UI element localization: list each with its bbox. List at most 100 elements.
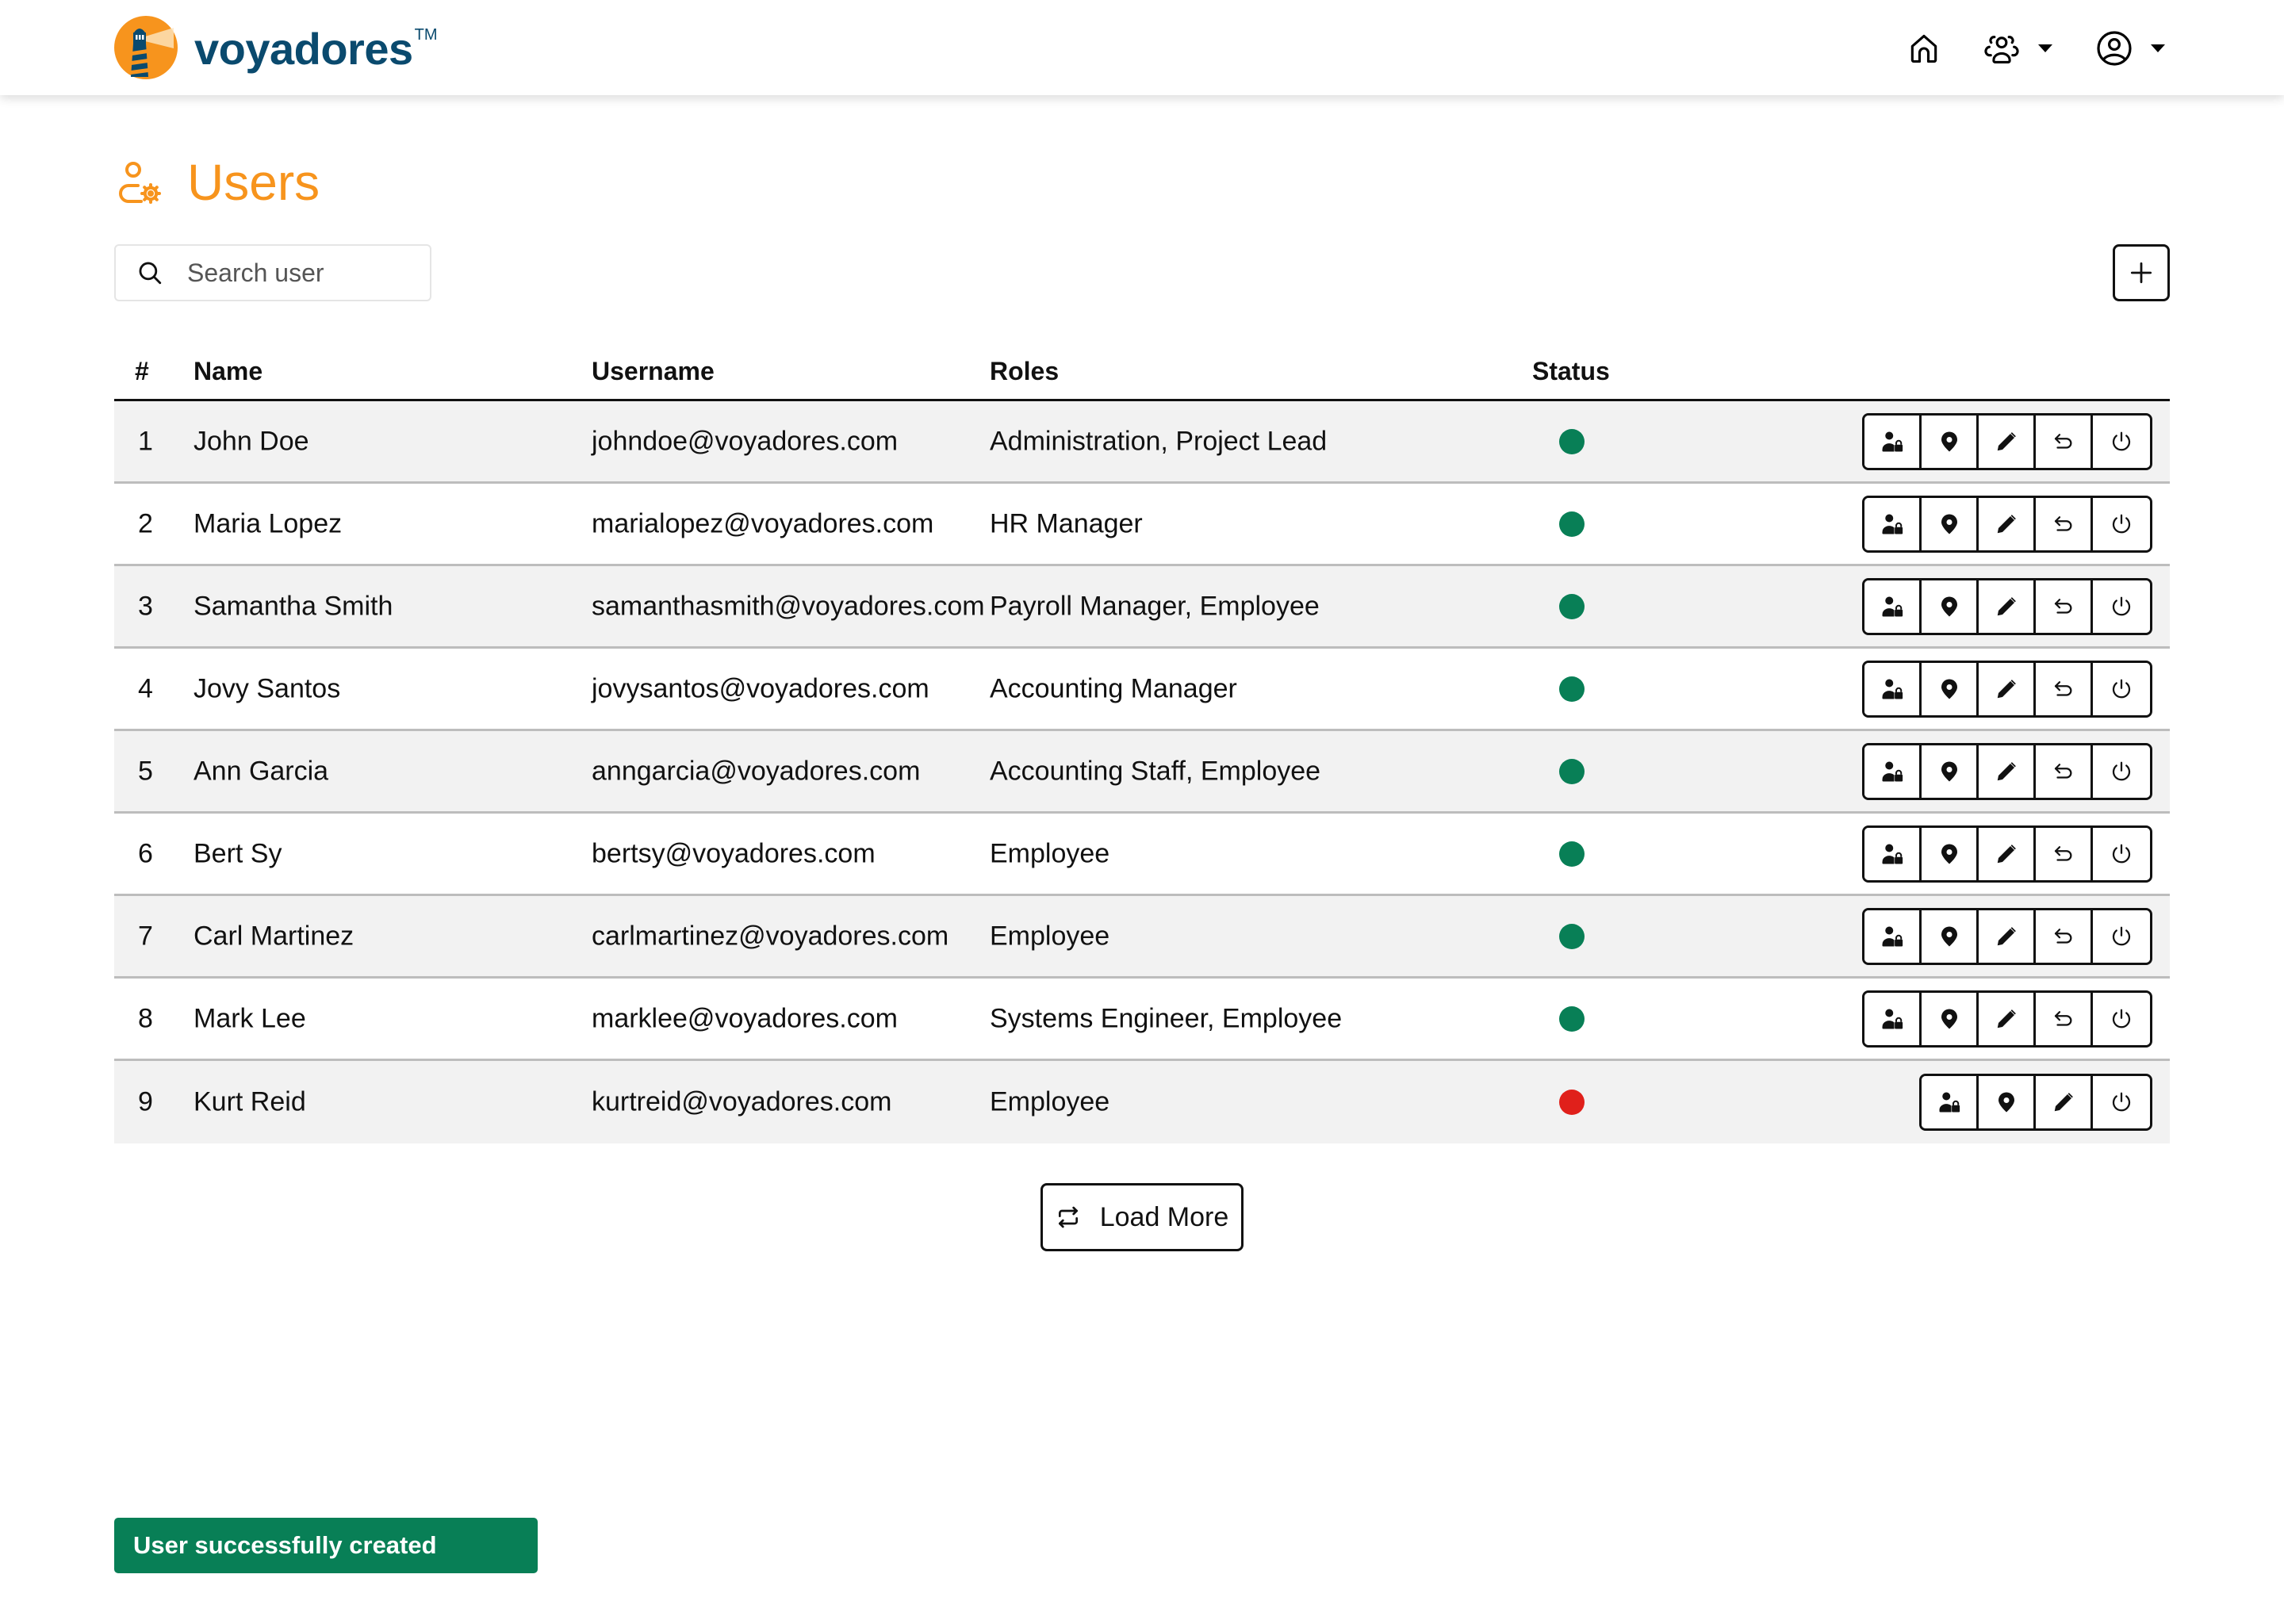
table-row: 2 Maria Lopez marialopez@voyadores.com HR M… bbox=[114, 484, 2170, 566]
reset-button[interactable] bbox=[2036, 580, 2093, 633]
permissions-button[interactable] bbox=[1864, 662, 1922, 715]
row-action-group bbox=[1862, 660, 2152, 718]
edit-button[interactable] bbox=[1979, 497, 2036, 550]
edit-button[interactable] bbox=[1979, 992, 2036, 1045]
location-button[interactable] bbox=[1922, 745, 1979, 798]
row-number: 2 bbox=[138, 508, 153, 538]
status-indicator-active bbox=[1559, 1005, 1585, 1032]
pencil-icon bbox=[1997, 596, 2016, 615]
location-pin-icon bbox=[1941, 514, 1957, 534]
user-roles: Administration, Project Lead bbox=[990, 426, 1328, 456]
reset-button[interactable] bbox=[2036, 497, 2093, 550]
status-indicator-active bbox=[1559, 676, 1585, 702]
edit-button[interactable] bbox=[1979, 910, 2036, 963]
location-button[interactable] bbox=[1922, 992, 1979, 1045]
add-user-button[interactable] bbox=[2113, 244, 2170, 301]
team-icon bbox=[1984, 36, 2019, 63]
location-pin-icon bbox=[1941, 761, 1957, 781]
location-button[interactable] bbox=[1922, 910, 1979, 963]
column-header-number: # bbox=[135, 357, 149, 385]
permissions-button[interactable] bbox=[1864, 415, 1922, 468]
edit-button[interactable] bbox=[2036, 1076, 2093, 1128]
location-pin-icon bbox=[1941, 679, 1957, 699]
power-icon bbox=[2112, 926, 2131, 945]
user-circle-icon bbox=[2097, 31, 2132, 66]
brand[interactable]: voyadores TM bbox=[113, 15, 438, 80]
load-more-label: Load More bbox=[1099, 1201, 1229, 1232]
table-row: 3 Samantha Smith samanthasmith@voyadores.c… bbox=[114, 566, 2170, 649]
permissions-button[interactable] bbox=[1864, 992, 1922, 1045]
user-username: jovysantos@voyadores.com bbox=[592, 673, 929, 703]
location-button[interactable] bbox=[1922, 827, 1979, 880]
user-gear-icon bbox=[119, 162, 161, 204]
nav-team-dropdown[interactable] bbox=[1983, 29, 2052, 68]
status-indicator-active bbox=[1559, 428, 1585, 454]
location-button[interactable] bbox=[1922, 580, 1979, 633]
user-name: Mark Lee bbox=[194, 1003, 306, 1033]
user-name: Carl Martinez bbox=[194, 921, 354, 951]
search-box bbox=[114, 244, 431, 301]
permissions-button[interactable] bbox=[1864, 827, 1922, 880]
deactivate-button[interactable] bbox=[2093, 992, 2150, 1045]
pencil-icon bbox=[1997, 514, 2016, 533]
permissions-button[interactable] bbox=[1864, 745, 1922, 798]
deactivate-button[interactable] bbox=[2093, 662, 2150, 715]
reset-button[interactable] bbox=[2036, 910, 2093, 963]
deactivate-button[interactable] bbox=[2093, 497, 2150, 550]
users-table: # Name Username Roles Status 1 John Doe jo… bbox=[114, 341, 2170, 1143]
reset-button[interactable] bbox=[2036, 662, 2093, 715]
search-input[interactable] bbox=[187, 258, 417, 288]
location-button[interactable] bbox=[1922, 497, 1979, 550]
location-button[interactable] bbox=[1922, 662, 1979, 715]
nav-account-dropdown[interactable] bbox=[2095, 29, 2165, 68]
user-roles: Employee bbox=[990, 921, 1110, 951]
trademark-symbol: TM bbox=[414, 26, 438, 44]
user-lock-icon bbox=[1881, 1009, 1903, 1028]
edit-button[interactable] bbox=[1979, 827, 2036, 880]
nav-home-button[interactable] bbox=[1907, 29, 1941, 68]
table-row: 4 Jovy Santos jovysantos@voyadores.com Acco… bbox=[114, 649, 2170, 731]
undo-icon bbox=[2054, 763, 2071, 779]
location-button[interactable] bbox=[1922, 415, 1979, 468]
reset-button[interactable] bbox=[2036, 827, 2093, 880]
permissions-button[interactable] bbox=[1922, 1076, 1979, 1128]
repeat-icon bbox=[1058, 1206, 1078, 1228]
location-pin-icon bbox=[1941, 596, 1957, 616]
deactivate-button[interactable] bbox=[2093, 827, 2150, 880]
pencil-icon bbox=[1997, 679, 2016, 698]
user-lock-icon bbox=[1881, 514, 1903, 534]
status-indicator-active bbox=[1559, 841, 1585, 867]
edit-button[interactable] bbox=[1979, 662, 2036, 715]
pencil-icon bbox=[1997, 1009, 2016, 1028]
table-row: 6 Bert Sy bertsy@voyadores.com Employee bbox=[114, 814, 2170, 896]
power-icon bbox=[2112, 679, 2131, 698]
deactivate-button[interactable] bbox=[2093, 1076, 2150, 1128]
deactivate-button[interactable] bbox=[2093, 745, 2150, 798]
reset-button[interactable] bbox=[2036, 745, 2093, 798]
pencil-icon bbox=[1997, 431, 2016, 450]
deactivate-button[interactable] bbox=[2093, 580, 2150, 633]
user-name: Bert Sy bbox=[194, 838, 282, 868]
user-name: Kurt Reid bbox=[194, 1086, 306, 1117]
status-indicator-active bbox=[1559, 758, 1585, 784]
pencil-icon bbox=[2054, 1093, 2073, 1112]
undo-icon bbox=[2054, 433, 2071, 449]
deactivate-button[interactable] bbox=[2093, 415, 2150, 468]
chevron-down-icon bbox=[2151, 44, 2165, 52]
page-title-text: Users bbox=[187, 154, 320, 211]
edit-button[interactable] bbox=[1979, 745, 2036, 798]
edit-button[interactable] bbox=[1979, 415, 2036, 468]
user-name: John Doe bbox=[194, 426, 309, 456]
permissions-button[interactable] bbox=[1864, 910, 1922, 963]
undo-icon bbox=[2054, 680, 2071, 696]
table-row: 5 Ann Garcia anngarcia@voyadores.com Accoun… bbox=[114, 731, 2170, 814]
reset-button[interactable] bbox=[2036, 415, 2093, 468]
edit-button[interactable] bbox=[1979, 580, 2036, 633]
deactivate-button[interactable] bbox=[2093, 910, 2150, 963]
permissions-button[interactable] bbox=[1864, 497, 1922, 550]
permissions-button[interactable] bbox=[1864, 580, 1922, 633]
location-button[interactable] bbox=[1979, 1076, 2036, 1128]
load-more-button[interactable]: Load More bbox=[1040, 1183, 1244, 1251]
reset-button[interactable] bbox=[2036, 992, 2093, 1045]
column-header-name: Name bbox=[194, 357, 263, 385]
